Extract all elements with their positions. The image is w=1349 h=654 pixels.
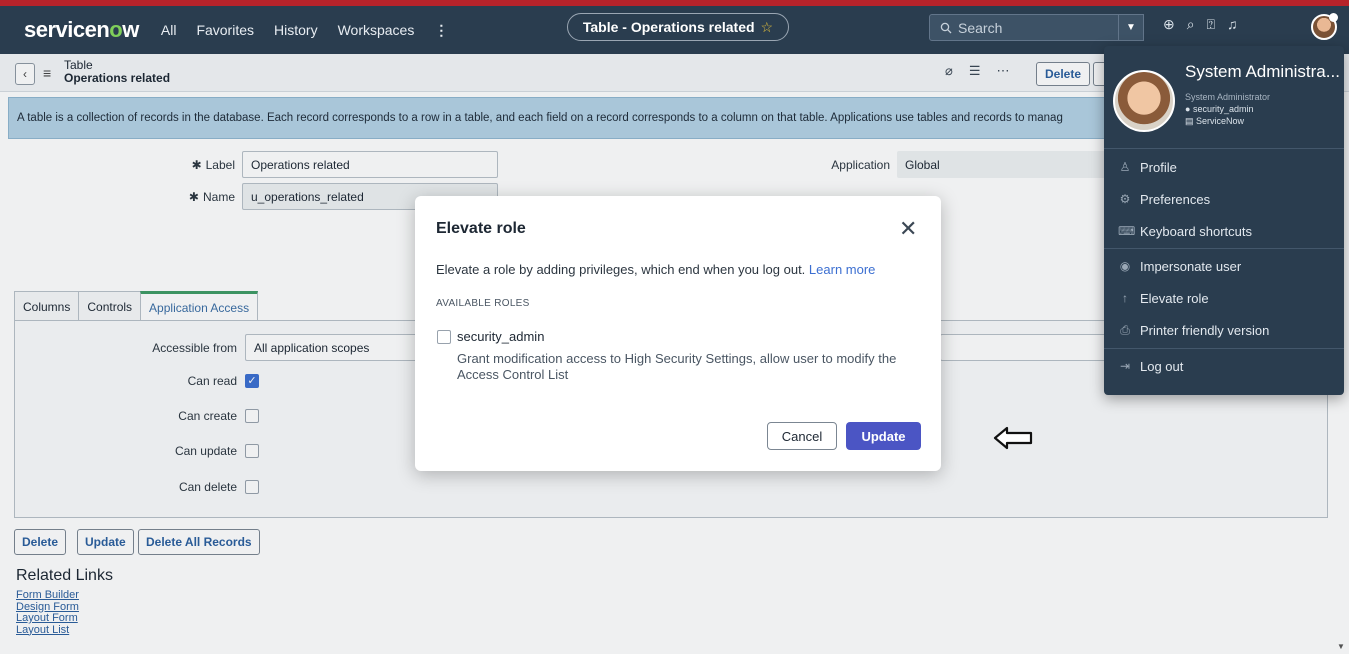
learn-more-link[interactable]: Learn more: [809, 262, 875, 277]
gear-icon: ⚙: [1119, 192, 1131, 206]
role-name: security_admin: [457, 329, 545, 344]
dialog-title: Elevate role: [436, 220, 526, 237]
search-icon: [940, 22, 952, 33]
nav-more-icon[interactable]: ⋮: [434, 22, 448, 39]
top-icons: ⊕ ⌕ ⍰ ♫: [1163, 16, 1237, 33]
global-search-input[interactable]: Search: [929, 14, 1119, 41]
servicenow-logo[interactable]: servicenow: [24, 17, 139, 43]
elevated-dot-icon: ●: [1185, 104, 1191, 114]
menu-item-label: Profile: [1140, 159, 1177, 175]
nav-favorites[interactable]: Favorites: [196, 22, 254, 39]
menu-item-label: Elevate role: [1140, 290, 1209, 306]
menu-divider: [1104, 248, 1344, 249]
eye-icon: ◉: [1119, 259, 1131, 273]
user-menu-dropdown: System Administra... System Administrato…: [1104, 46, 1344, 395]
security-admin-checkbox[interactable]: [437, 330, 451, 344]
search-placeholder: Search: [958, 19, 1003, 36]
menu-divider: [1104, 348, 1344, 349]
instance-icon: ▤: [1185, 116, 1194, 126]
globe-icon[interactable]: ⊕: [1163, 16, 1175, 33]
menu-divider: [1104, 148, 1344, 149]
menu-item-log-out[interactable]: ⇥ Log out: [1104, 351, 1344, 381]
current-tab-pill[interactable]: Table - Operations related ☆: [567, 13, 789, 41]
dialog-description: Elevate a role by adding privileges, whi…: [436, 262, 875, 277]
chevron-down-icon: ▼: [1126, 22, 1136, 33]
user-role: System Administrator: [1185, 92, 1271, 102]
menu-item-impersonate-user[interactable]: ◉ Impersonate user: [1104, 251, 1344, 281]
search-scope-dropdown[interactable]: ▼: [1119, 14, 1144, 41]
instance-name: ▤ ServiceNow: [1185, 115, 1270, 127]
nav-workspaces[interactable]: Workspaces: [338, 22, 415, 39]
nav-links: All Favorites History Workspaces ⋮: [161, 22, 448, 39]
user-avatar-button[interactable]: [1311, 13, 1338, 40]
nav-history[interactable]: History: [274, 22, 318, 39]
elevate-role-dialog: Elevate role ✕ Elevate a role by adding …: [415, 196, 941, 471]
annotation-arrow-icon: [993, 426, 1033, 450]
menu-item-label: Impersonate user: [1140, 258, 1242, 274]
menu-item-profile[interactable]: ♙ Profile: [1104, 152, 1344, 182]
role-description: Grant modification access to High Securi…: [457, 351, 897, 382]
user-details: System Administrator ● security_admin ▤ …: [1185, 91, 1270, 127]
close-icon[interactable]: ✕: [899, 216, 917, 242]
dialog-description-text: Elevate a role by adding privileges, whi…: [436, 262, 806, 277]
nav-all[interactable]: All: [161, 22, 177, 39]
person-icon: ♙: [1119, 160, 1131, 174]
logout-icon: ⇥: [1119, 359, 1131, 373]
printer-icon: ⎙: [1120, 322, 1130, 337]
elevated-role: ● security_admin: [1185, 103, 1270, 115]
menu-item-label: Preferences: [1140, 191, 1211, 207]
menu-item-elevate-role[interactable]: ↑ Elevate role: [1104, 283, 1344, 313]
cancel-button[interactable]: Cancel: [767, 422, 837, 450]
menu-item-preferences[interactable]: ⚙ Preferences: [1104, 184, 1344, 214]
user-avatar: [1113, 70, 1175, 132]
user-name: System Administra...: [1185, 62, 1340, 81]
bell-icon[interactable]: ♫: [1227, 16, 1238, 33]
help-icon[interactable]: ⍰: [1207, 16, 1215, 33]
menu-item-label: Keyboard shortcuts: [1140, 223, 1253, 239]
elevated-role-text: security_admin: [1192, 104, 1254, 114]
menu-item-label: Log out: [1140, 358, 1184, 374]
logo-end: w: [122, 17, 139, 42]
available-roles-heading: AVAILABLE ROLES: [436, 298, 530, 309]
arrow-up-icon: ↑: [1122, 291, 1128, 305]
logo-o: o: [109, 17, 123, 42]
current-tab-title: Table - Operations related: [582, 19, 755, 35]
menu-item-printer-friendly[interactable]: ⎙ Printer friendly version: [1104, 315, 1344, 345]
update-role-button[interactable]: Update: [846, 422, 921, 450]
chat-icon[interactable]: ⌕: [1187, 16, 1195, 33]
menu-item-label: Printer friendly version: [1140, 322, 1270, 338]
keyboard-icon: ⌨: [1118, 224, 1136, 238]
avatar-status-dot: [1329, 13, 1338, 22]
instance-name-text: ServiceNow: [1196, 116, 1245, 126]
favorite-star-icon[interactable]: ☆: [761, 19, 774, 36]
logo-text: servicen: [24, 17, 110, 42]
menu-item-keyboard-shortcuts[interactable]: ⌨ Keyboard shortcuts: [1104, 216, 1344, 246]
